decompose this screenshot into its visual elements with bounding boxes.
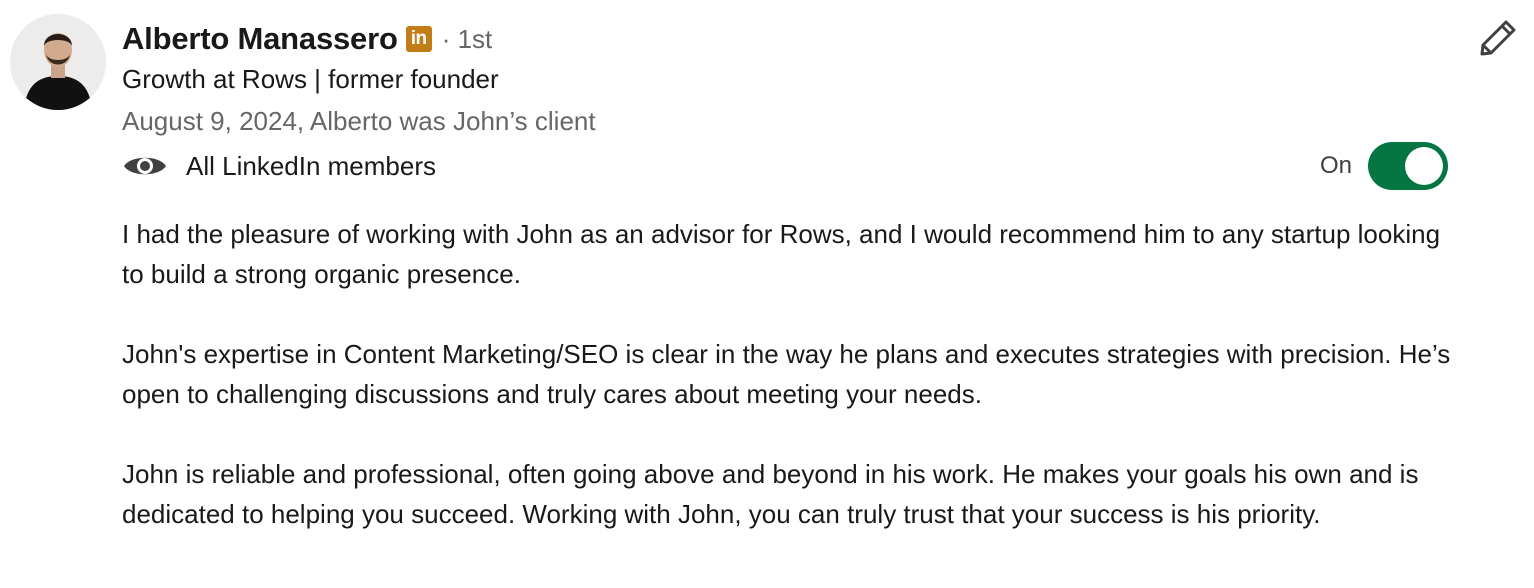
recommendation-text: I had the pleasure of working with John … xyxy=(122,214,1462,574)
avatar-photo xyxy=(10,14,106,110)
recommendation-meta: August 9, 2024, Alberto was John’s clien… xyxy=(122,106,596,136)
linkedin-badge-icon: in xyxy=(405,26,432,52)
author-name[interactable]: Alberto Manassero xyxy=(122,21,398,57)
toggle-knob xyxy=(1405,147,1444,185)
connection-degree: · 1st xyxy=(441,23,493,54)
visibility-toggle-group: On xyxy=(1320,142,1449,190)
eye-icon xyxy=(124,157,166,175)
visibility-label: All LinkedIn members xyxy=(186,150,436,181)
author-headline: Growth at Rows | former founder xyxy=(122,64,499,94)
avatar[interactable] xyxy=(10,14,106,110)
edit-button[interactable] xyxy=(1474,14,1522,62)
pencil-icon xyxy=(1480,20,1516,56)
toggle-label: On xyxy=(1320,152,1353,179)
recommendation-paragraph: John is reliable and professional, often… xyxy=(122,459,1419,529)
recommendation-paragraph: John's expertise in Content Marketing/SE… xyxy=(122,339,1451,409)
visibility-toggle[interactable] xyxy=(1368,142,1449,190)
author-name-row: Alberto Manassero in · 1st xyxy=(122,18,492,60)
visibility-setting: All LinkedIn members xyxy=(122,146,436,186)
recommendation-paragraph: I had the pleasure of working with John … xyxy=(122,219,1441,289)
